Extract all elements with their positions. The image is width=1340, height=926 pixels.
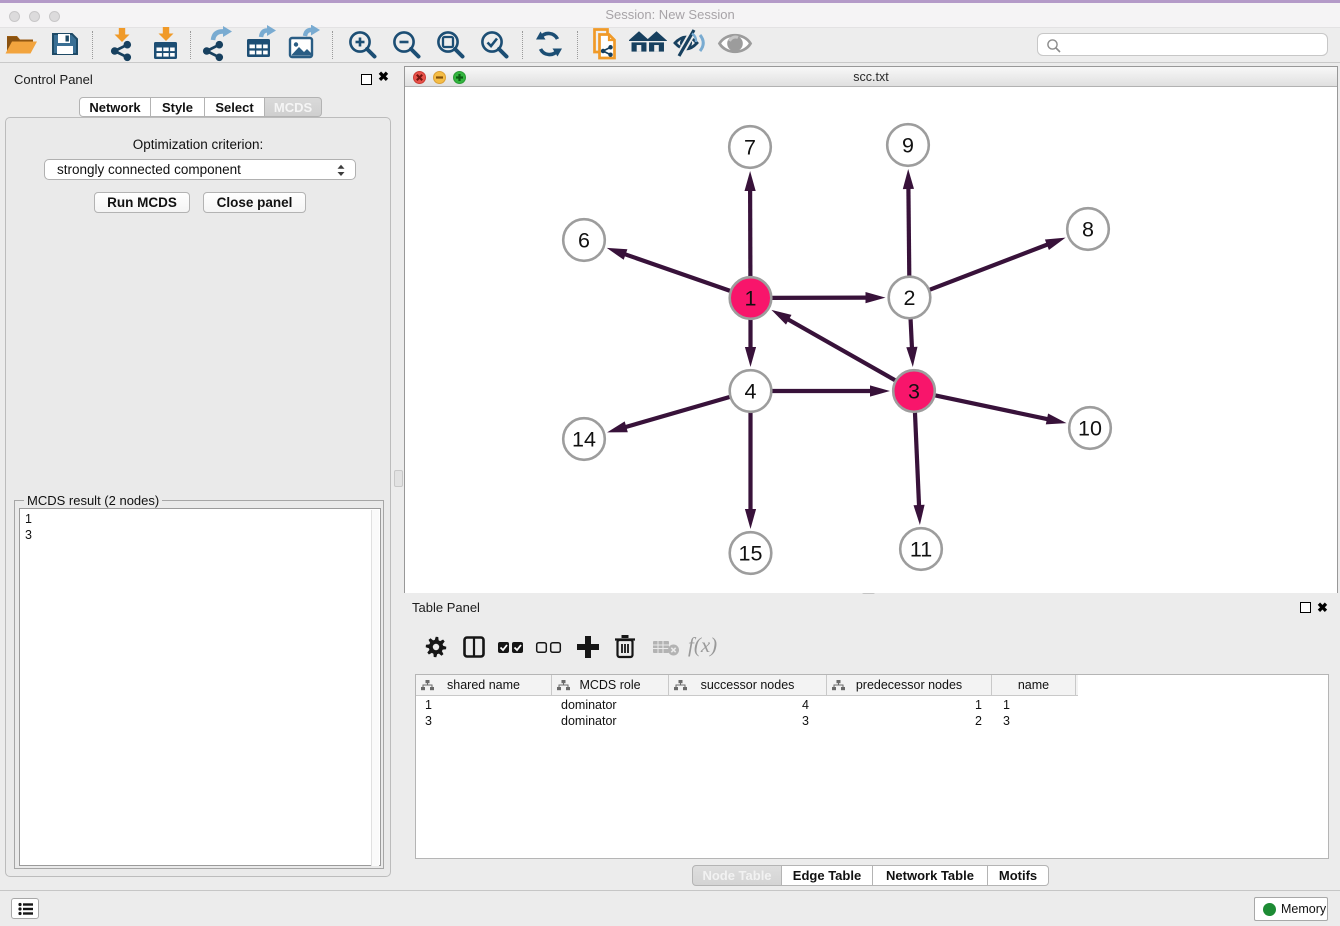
svg-text:15: 15 [739, 542, 763, 566]
svg-text:10: 10 [1078, 417, 1102, 441]
svg-text:14: 14 [572, 428, 596, 452]
svg-text:1: 1 [745, 287, 757, 311]
svg-text:3: 3 [908, 380, 920, 404]
svg-text:7: 7 [744, 136, 756, 160]
svg-text:11: 11 [910, 538, 932, 562]
svg-text:8: 8 [1082, 218, 1094, 242]
svg-text:4: 4 [745, 380, 757, 404]
svg-text:6: 6 [578, 229, 590, 253]
svg-text:9: 9 [902, 134, 914, 158]
svg-text:2: 2 [904, 286, 916, 310]
